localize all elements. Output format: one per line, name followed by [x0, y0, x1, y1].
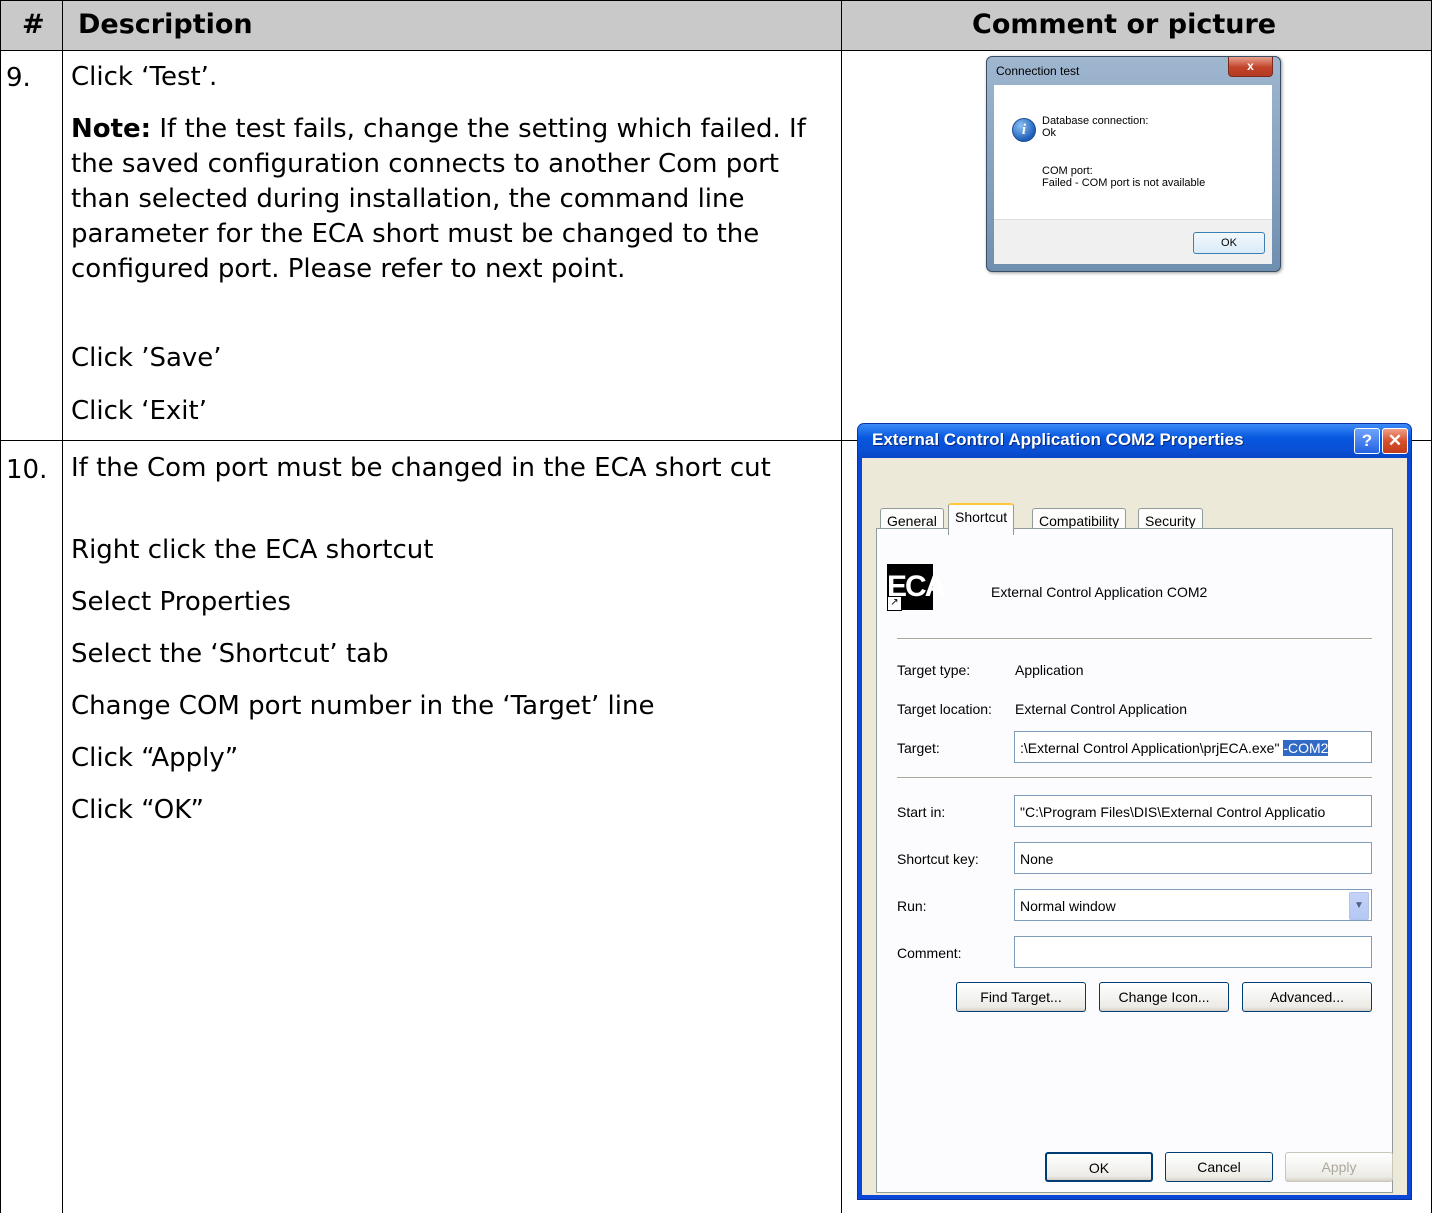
ok-button[interactable]: OK — [1045, 1152, 1153, 1182]
header-num: # — [22, 9, 45, 40]
shortcut-arrow-icon: ↗ — [887, 596, 902, 611]
header-description: Description — [78, 9, 253, 40]
shortcut-key-label: Shortcut key: — [897, 851, 979, 867]
help-button[interactable]: ? — [1354, 428, 1380, 454]
cancel-button[interactable]: Cancel — [1165, 1152, 1273, 1182]
target-selected-text: -COM2 — [1283, 740, 1329, 756]
change-icon-button[interactable]: Change Icon... — [1099, 982, 1229, 1012]
step-text: Click ‘Exit’ — [71, 396, 207, 426]
target-input[interactable]: :\External Control Application\prjECA.ex… — [1014, 731, 1372, 763]
tab-shortcut[interactable]: Shortcut — [948, 503, 1015, 535]
step-text: Click ’Save’ — [71, 343, 222, 373]
grid-line — [0, 50, 1432, 51]
note-text: If the test fails, change the setting wh… — [71, 114, 806, 284]
row-number: 10. — [6, 455, 48, 485]
dialog-title: External Control Application COM2 Proper… — [872, 430, 1244, 449]
shortcut-key-input[interactable]: None — [1014, 842, 1372, 874]
run-select-value: Normal window — [1020, 898, 1116, 914]
dialog-body: i Database connection: Ok COM port: Fail… — [994, 85, 1272, 219]
app-name: External Control Application COM2 — [991, 584, 1208, 600]
target-type-label: Target type: — [897, 662, 971, 678]
dialog-title: Connection test — [996, 64, 1080, 78]
start-in-input[interactable]: "C:\Program Files\DIS\External Control A… — [1014, 795, 1372, 827]
grid-line — [62, 0, 63, 1213]
step-text: Click “Apply” — [71, 743, 239, 773]
target-label: Target: — [897, 740, 940, 756]
step-note: Note: If the test fails, change the sett… — [71, 112, 831, 287]
comment-label: Comment: — [897, 945, 962, 961]
step-text: Select Properties — [71, 587, 291, 617]
separator — [897, 638, 1372, 640]
step-text: Select the ‘Shortcut’ tab — [71, 639, 389, 669]
ok-button[interactable]: OK — [1193, 232, 1265, 254]
step-text: Change COM port number in the ‘Target’ l… — [71, 691, 655, 721]
connection-test-dialog: Connection test x i Database connection:… — [986, 56, 1281, 272]
shortcut-tab-page: ECA ↗ External Control Application COM2 … — [876, 528, 1393, 1193]
close-button[interactable]: ✕ — [1382, 428, 1408, 454]
run-select[interactable]: Normal window ▼ — [1014, 889, 1372, 921]
grid-line — [841, 0, 842, 1213]
step-text: Click ‘Test’. — [71, 62, 218, 92]
grid-line — [0, 0, 1432, 1]
message-line: Failed - COM port is not available — [1042, 177, 1206, 189]
find-target-button[interactable]: Find Target... — [956, 982, 1086, 1012]
header-comment: Comment or picture — [972, 9, 1277, 40]
grid-line — [0, 0, 1, 1213]
start-in-label: Start in: — [897, 804, 946, 820]
advanced-button[interactable]: Advanced... — [1242, 982, 1372, 1012]
properties-dialog: External Control Application COM2 Proper… — [857, 423, 1412, 1200]
apply-button[interactable]: Apply — [1285, 1152, 1393, 1182]
step-text: Right click the ECA shortcut — [71, 535, 434, 565]
step-text: If the Com port must be changed in the E… — [71, 453, 771, 483]
target-input-text: :\External Control Application\prjECA.ex… — [1020, 740, 1284, 756]
run-label: Run: — [897, 898, 927, 914]
target-type-value: Application — [1015, 662, 1084, 678]
target-location-value: External Control Application — [1015, 701, 1187, 717]
chevron-down-icon[interactable]: ▼ — [1349, 892, 1369, 920]
dialog-footer: OK — [994, 219, 1272, 264]
comment-input[interactable] — [1014, 936, 1372, 968]
dialog-client: General Shortcut Compatibility Security … — [862, 458, 1407, 1195]
note-label: Note: — [71, 114, 152, 144]
message-line: Database connection: — [1042, 115, 1149, 127]
message-line: Ok — [1042, 127, 1057, 139]
target-location-label: Target location: — [897, 701, 992, 717]
title-bar: External Control Application COM2 Proper… — [858, 424, 1411, 458]
step-text: Click “OK” — [71, 795, 204, 825]
message-line: COM port: — [1042, 165, 1093, 177]
row-number: 9. — [6, 63, 31, 93]
info-icon: i — [1012, 118, 1036, 142]
separator — [897, 777, 1372, 779]
close-button[interactable]: x — [1228, 57, 1273, 77]
